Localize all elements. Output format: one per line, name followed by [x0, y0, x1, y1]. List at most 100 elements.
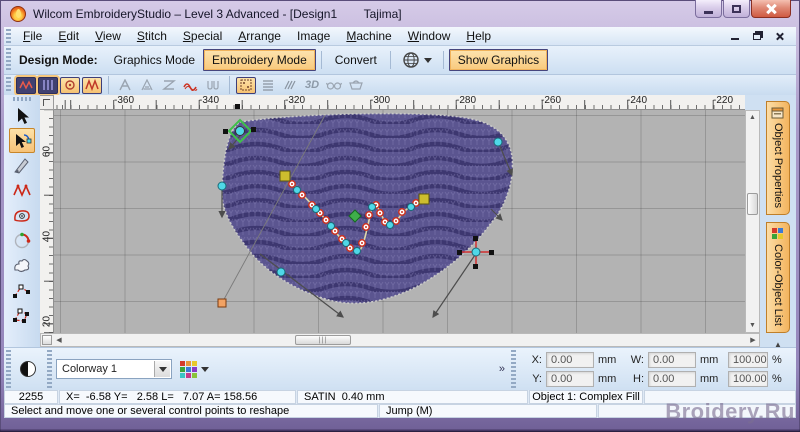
menu-arrange[interactable]: Arrange [230, 28, 289, 44]
colorway-dropdown-button[interactable] [154, 361, 170, 377]
vertical-scrollbar[interactable]: ▲ ▼ [745, 110, 760, 333]
motif-fill-icon[interactable] [60, 76, 80, 94]
palette-dropdown-caret-icon[interactable] [201, 366, 209, 372]
mdi-close-button[interactable] [772, 30, 786, 42]
angle-handle[interactable] [418, 193, 430, 205]
outline-design-tool-icon[interactable] [9, 203, 35, 228]
hruler-label: -220 [713, 95, 734, 106]
thread-colors-button[interactable] [180, 360, 209, 378]
status-hint: Select and move one or several control p… [4, 404, 378, 418]
maximize-icon [732, 4, 741, 13]
digitize-open-tool-icon[interactable] [9, 278, 35, 303]
w-label: W: [630, 353, 644, 366]
freehand-tool-icon[interactable] [9, 253, 35, 278]
y-field[interactable]: 0.00 [546, 370, 594, 387]
toolbar-grip[interactable] [47, 350, 52, 388]
title-bar[interactable]: Wilcom EmbroideryStudio – Level 3 Advanc… [0, 0, 800, 27]
angle-handle[interactable] [279, 170, 291, 182]
toolbar-grip[interactable] [6, 350, 11, 388]
menu-image[interactable]: Image [289, 28, 338, 44]
embroidery-object[interactable] [221, 112, 514, 305]
y-unit: mm [598, 372, 617, 385]
wave-stitch-icon[interactable] [181, 77, 201, 94]
design-canvas[interactable] [54, 110, 745, 333]
hoop-globe-button[interactable] [396, 49, 438, 71]
design-mode-toolbar: Design Mode: Graphics Mode Embroidery Mo… [4, 46, 796, 75]
menu-window[interactable]: Window [400, 28, 459, 44]
scroll-left-arrow-icon[interactable]: ◀ [53, 336, 65, 344]
globe-dropdown-caret-icon[interactable] [423, 57, 432, 63]
h-field[interactable]: 0.00 [648, 370, 696, 387]
run-stitch-icon[interactable] [16, 76, 36, 94]
reshape-tool-icon[interactable] [9, 128, 35, 153]
menu-edit[interactable]: Edit [50, 28, 87, 44]
tab-object-properties[interactable]: Object Properties [766, 101, 790, 215]
toolbar-grip[interactable] [6, 77, 11, 93]
show-graphics-button[interactable]: Show Graphics [448, 49, 549, 71]
menu-machine[interactable]: Machine [338, 28, 399, 44]
vruler-label: 20 [41, 315, 53, 328]
mdi-minimize-button[interactable] [728, 30, 742, 42]
menu-stitch[interactable]: Stitch [129, 28, 175, 44]
embroidery-mode-button[interactable]: Embroidery Mode [203, 49, 316, 71]
colorway-select[interactable]: Colorway 1 [56, 359, 172, 379]
vertical-ruler: 60 40 20 [40, 110, 54, 333]
horizontal-scrollbar[interactable]: ◀ ||| ▶ [40, 333, 760, 347]
close-button[interactable] [751, 0, 791, 18]
scale-x-field[interactable]: 100.00 [728, 351, 768, 368]
toolbar-grip[interactable] [13, 97, 31, 101]
hruler-label: -240 [627, 95, 648, 106]
menu-file[interactable]: File [15, 28, 50, 44]
tab-color-object-list[interactable]: Color-Object List [766, 221, 790, 333]
background-color-button[interactable] [15, 356, 41, 382]
toolbar-grip[interactable] [6, 48, 11, 72]
maximize-button[interactable] [723, 0, 750, 18]
chevron-down-icon [158, 366, 167, 372]
loop-stitch-icon [203, 77, 223, 94]
start-point-marker[interactable] [217, 298, 227, 308]
scale-y-field[interactable]: 100.00 [728, 370, 768, 387]
toolbar-grip[interactable] [6, 29, 11, 43]
menu-bar: File Edit View Stitch Special Arrange Im… [4, 27, 796, 46]
x-unit: mm [598, 353, 617, 366]
scroll-up-arrow-icon[interactable]: ▲ [746, 111, 759, 124]
background-color-icon [20, 361, 36, 377]
pattern-fill-icon[interactable] [236, 76, 256, 94]
menu-help[interactable]: Help [458, 28, 499, 44]
tatami-fill-icon[interactable] [38, 76, 58, 94]
menu-special[interactable]: Special [175, 28, 230, 44]
zigzag-stitch-icon[interactable] [82, 76, 102, 94]
toolbar-grip[interactable] [511, 350, 516, 388]
knife-tool-icon[interactable] [9, 153, 35, 178]
close-icon [766, 4, 776, 14]
pointer-coordinates: X= -6.58 Y= 2.58 L= 7.07 A= 158.56 [59, 390, 296, 404]
arc-tool-icon[interactable] [9, 228, 35, 253]
contour-a-icon [115, 77, 135, 94]
hoop-view-icon [346, 77, 366, 94]
select-tool-icon[interactable] [9, 103, 35, 128]
convert-button[interactable]: Convert [327, 50, 385, 70]
scroll-down-arrow-icon[interactable]: ▼ [746, 319, 759, 332]
x-field[interactable]: 0.00 [546, 351, 594, 368]
minimize-button[interactable] [695, 0, 722, 18]
hscroll-track[interactable]: ||| [65, 334, 747, 346]
stitch-toolbar: 3D [4, 75, 796, 95]
toolbar-overflow-chevron[interactable]: » [495, 363, 509, 375]
ruler-origin-button[interactable] [40, 95, 54, 110]
mdi-restore-button[interactable] [750, 30, 764, 42]
w-unit: mm [700, 353, 719, 366]
scale-x-pct: % [772, 353, 782, 366]
contour-b-icon [137, 77, 157, 94]
menu-view[interactable]: View [87, 28, 129, 44]
splitter-button[interactable] [42, 335, 52, 345]
digitize-closed-tool-icon[interactable] [9, 303, 35, 328]
vscroll-thumb[interactable] [747, 193, 758, 215]
scroll-right-arrow-icon[interactable]: ▶ [747, 336, 759, 344]
hruler-label: -360 [114, 95, 135, 106]
stitch-edit-tool-icon[interactable] [9, 178, 35, 203]
hscroll-thumb[interactable]: ||| [295, 335, 351, 345]
graphics-mode-button[interactable]: Graphics Mode [106, 50, 203, 70]
docked-panel-tabs: Object Properties Color-Object List ▲ ▼ [760, 95, 796, 361]
w-field[interactable]: 0.00 [648, 351, 696, 368]
thread-palette-icon [180, 360, 197, 378]
